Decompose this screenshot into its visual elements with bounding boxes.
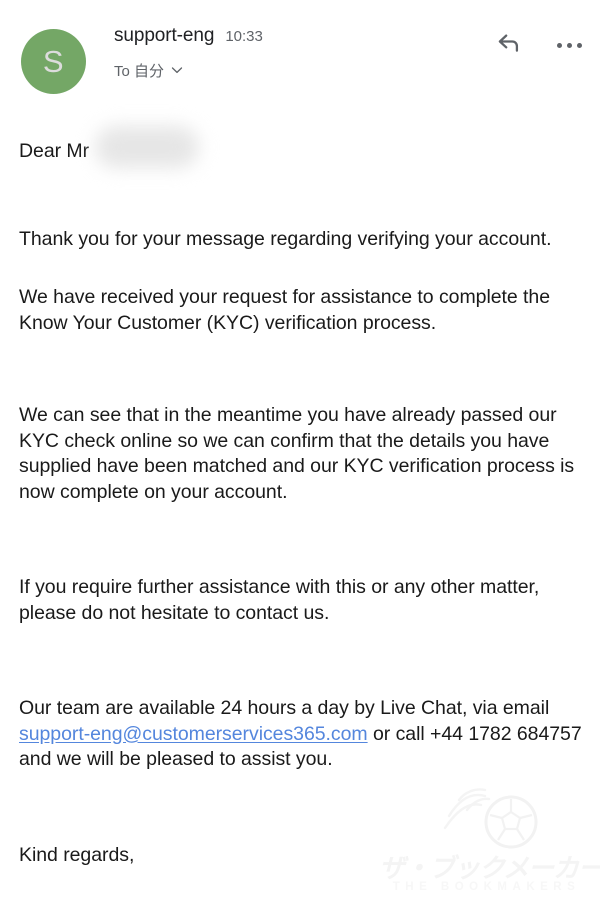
recipient-label: To 自分	[114, 62, 165, 80]
chevron-down-icon[interactable]	[171, 64, 183, 76]
contact-text-before: Our team are available 24 hours a day by…	[19, 697, 550, 719]
paragraph-contact-details: Our team are available 24 hours a day by…	[19, 696, 583, 773]
redacted-name-blur	[95, 126, 199, 168]
greeting-line: Dear Mr	[19, 112, 199, 168]
avatar[interactable]: S	[21, 29, 86, 94]
sign-off: Kind regards,	[19, 843, 135, 866]
message-timestamp: 10:33	[225, 28, 263, 45]
avatar-initial: S	[42, 43, 65, 79]
message-header: S support-eng 10:33 To 自分	[0, 0, 600, 112]
sender-name[interactable]: support-eng	[114, 25, 214, 47]
paragraph-request-received: We have received your request for assist…	[19, 286, 551, 334]
greeting-text: Dear Mr	[19, 140, 90, 162]
sender-line: support-eng 10:33	[114, 25, 490, 47]
paragraph-thank-you: Thank you for your message regarding ver…	[19, 227, 552, 250]
header-text-block: support-eng 10:33 To 自分	[114, 25, 490, 81]
header-actions	[494, 30, 584, 60]
message-body: Dear Mr Thank you for your message regar…	[0, 112, 600, 868]
paragraph-kyc-complete: We can see that in the meantime you have…	[19, 404, 575, 503]
reply-button[interactable]	[494, 30, 524, 60]
paragraph-further-assistance: If you require further assistance with t…	[19, 576, 540, 624]
reply-arrow-icon	[496, 30, 522, 61]
recipient-row[interactable]: To 自分	[114, 60, 490, 81]
more-options-icon	[556, 42, 582, 48]
more-options-button[interactable]	[554, 30, 584, 60]
watermark-english-text: THE BOOKMAKERS	[392, 881, 581, 893]
support-email-link[interactable]: support-eng@customerservices365.com	[19, 723, 368, 745]
